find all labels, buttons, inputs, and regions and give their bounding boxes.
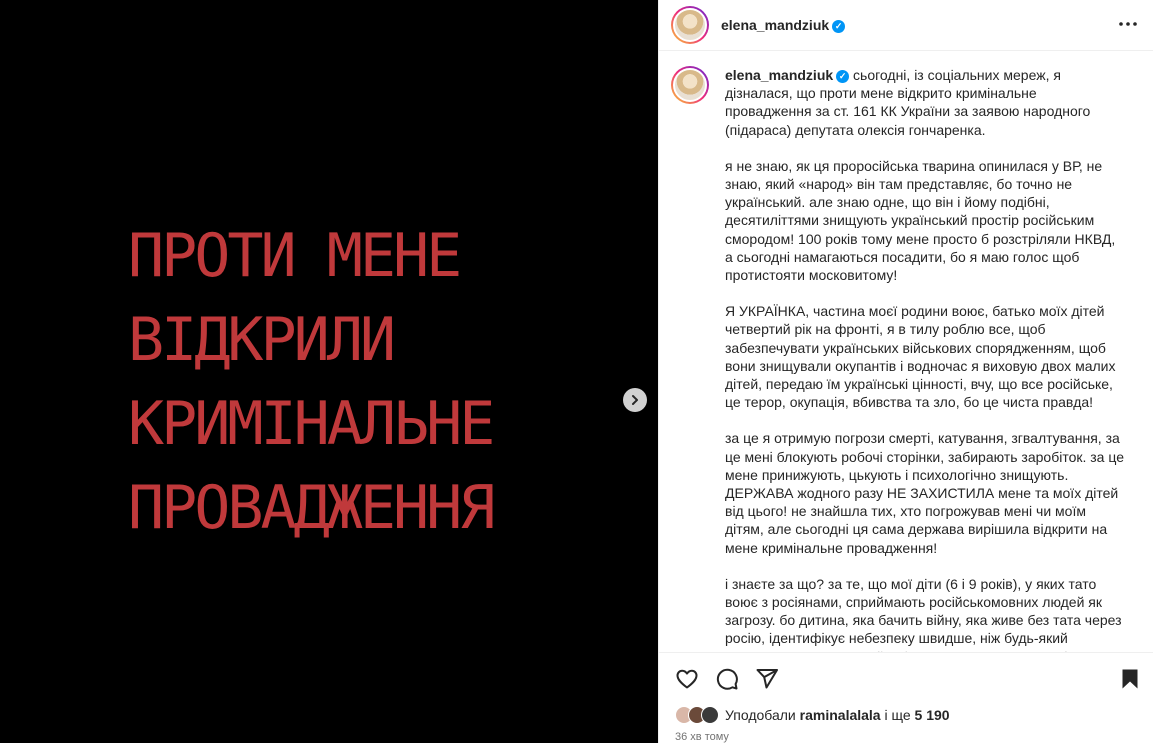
caption-paragraph: Я УКРАЇНКА, частина моєї родини воює, ба… bbox=[725, 303, 1116, 411]
caption-area: elena_mandziuk ✓ сьогодні, із соціальних … bbox=[659, 52, 1153, 652]
likes-count[interactable]: 5 190 bbox=[915, 707, 950, 723]
chevron-right-icon bbox=[629, 394, 641, 406]
likers-avatars[interactable] bbox=[675, 706, 719, 724]
header-username-text[interactable]: elena_mandziuk bbox=[721, 17, 829, 33]
likes-middle: і ще bbox=[884, 707, 911, 723]
media-text-line: ВІДКРИЛИ bbox=[128, 305, 396, 375]
verified-badge-icon: ✓ bbox=[836, 69, 850, 83]
bookmark-icon[interactable] bbox=[1118, 667, 1142, 696]
caption-paragraph: я не знаю, як ця проросійська тварина оп… bbox=[725, 157, 1116, 284]
avatar[interactable] bbox=[671, 6, 709, 44]
next-slide-button[interactable] bbox=[623, 388, 647, 412]
likes-row: Уподобали raminalalala і ще 5 190 bbox=[675, 706, 950, 724]
heart-icon[interactable] bbox=[675, 667, 699, 691]
post-header: elena_mandziuk ✓ bbox=[659, 0, 1153, 51]
comment-icon[interactable] bbox=[715, 667, 739, 691]
more-options-icon bbox=[1117, 13, 1139, 35]
likes-prefix: Уподобали bbox=[725, 707, 796, 723]
caption-paragraph: elena_mandziuk ✓ сьогодні, із соціальних … bbox=[725, 66, 1125, 139]
media-text-line: КРИМІНАЛЬНЕ bbox=[128, 389, 495, 459]
post-panel: elena_mandziuk ✓ elena_mandziuk ✓ сьогодні… bbox=[658, 0, 1153, 743]
caption: elena_mandziuk ✓ сьогодні, із соціальних … bbox=[725, 66, 1125, 652]
liker-username[interactable]: raminalalala bbox=[800, 707, 881, 723]
media-text-line: ПРОТИ МЕНЕ bbox=[128, 221, 462, 291]
header-username[interactable]: elena_mandziuk ✓ bbox=[721, 17, 846, 33]
post-media[interactable]: ПРОТИ МЕНЕ ВІДКРИЛИ КРИМІНАЛЬНЕ ПРОВАДЖЕ… bbox=[0, 0, 658, 743]
avatar[interactable] bbox=[671, 66, 709, 104]
caption-paragraph: і знаєте за що? за те, що мої діти (6 і … bbox=[725, 575, 1122, 652]
caption-paragraph: за це я отримую погрози смерті, катуванн… bbox=[725, 430, 1125, 556]
caption-username[interactable]: elena_mandziuk bbox=[725, 67, 833, 83]
media-text-line: ПРОВАДЖЕННЯ bbox=[128, 473, 495, 543]
action-bar bbox=[659, 652, 1153, 704]
post-timestamp[interactable]: 36 хв тому bbox=[675, 731, 729, 743]
more-options-button[interactable] bbox=[1117, 13, 1139, 35]
share-icon[interactable] bbox=[755, 667, 779, 691]
media-text: ПРОТИ МЕНЕ ВІДКРИЛИ КРИМІНАЛЬНЕ ПРОВАДЖЕ… bbox=[128, 214, 648, 550]
verified-badge-icon: ✓ bbox=[832, 19, 846, 33]
